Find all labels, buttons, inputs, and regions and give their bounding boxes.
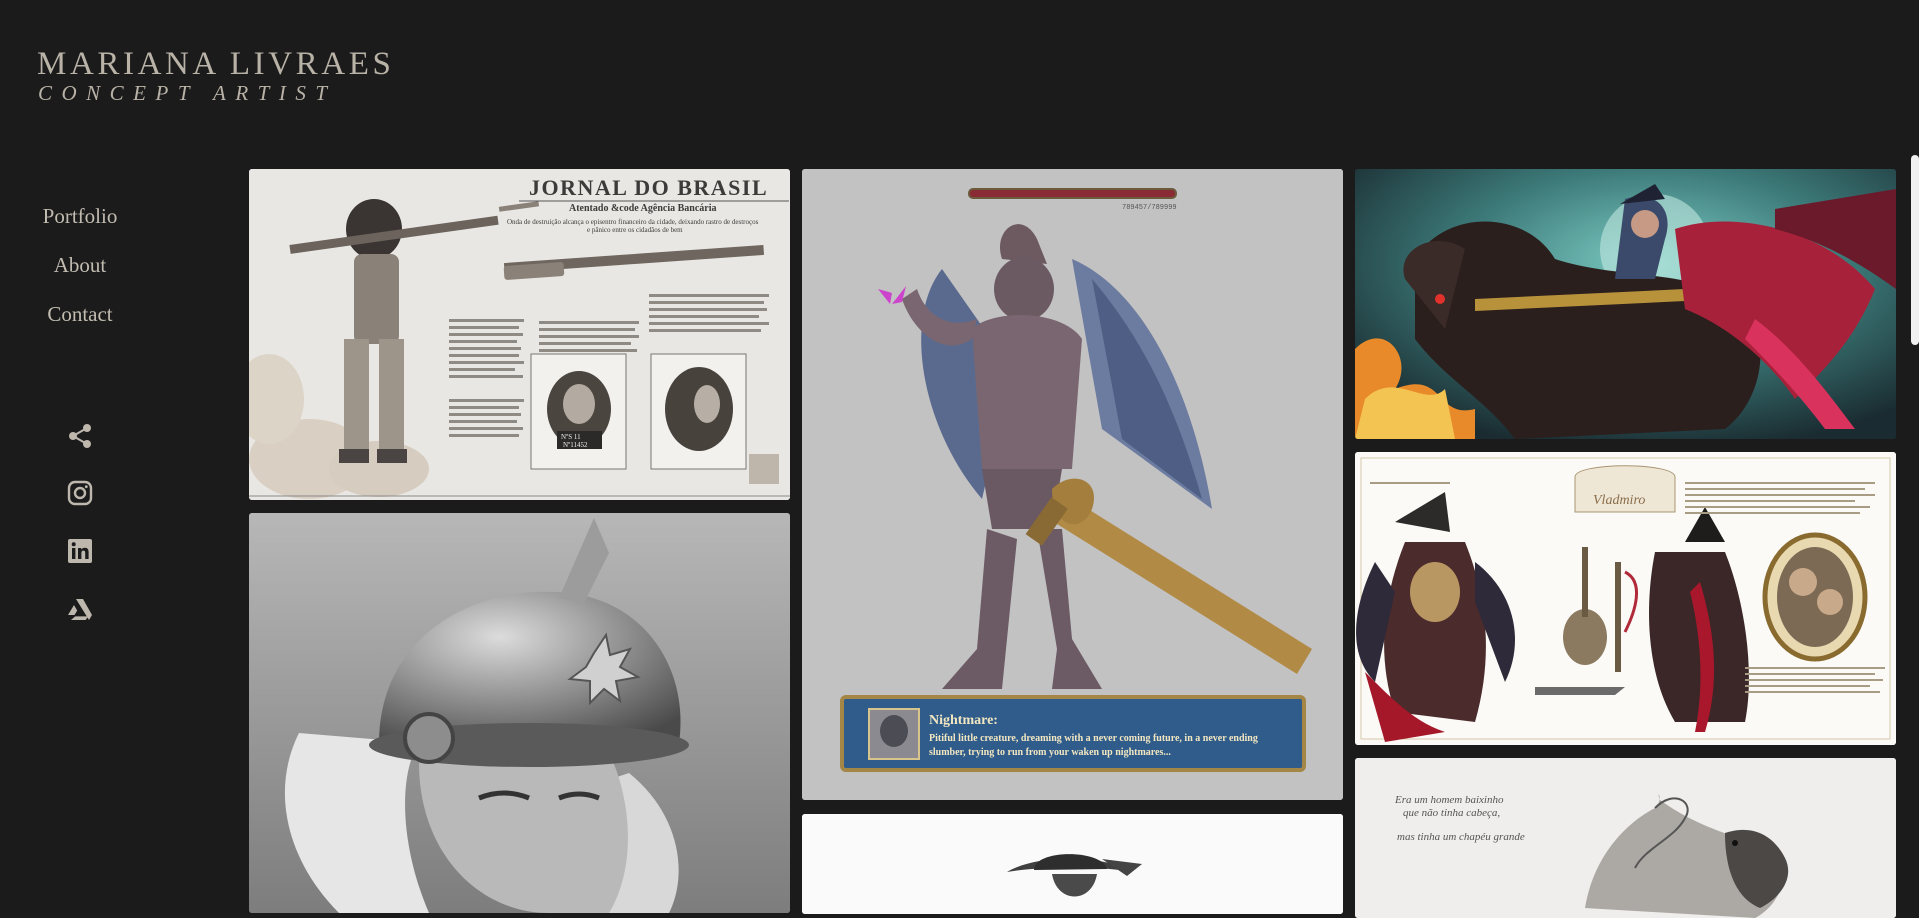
svg-text:Onda de destruição alcança o e: Onda de destruição alcança o episentro f… (507, 218, 759, 226)
dialog-speaker: Nightmare: (929, 713, 998, 728)
character-sheet-artwork: Vladmiro (1355, 452, 1896, 745)
dialog-line-1: Pitiful little creature, dreaming with a… (929, 733, 1258, 744)
artist-tagline: CONCEPT ARTIST (38, 81, 337, 105)
main-nav: Portfolio About Contact (0, 198, 160, 345)
gallery-item-character-sheet[interactable]: Vladmiro (1355, 452, 1896, 745)
journal-headline: Atentado &code Agência Bancária (569, 203, 717, 214)
artstation-icon[interactable] (60, 596, 100, 654)
boss-hp-value: 789457/789999 (1122, 204, 1177, 212)
gallery-item-horseman[interactable] (1355, 169, 1896, 439)
instagram-icon[interactable] (60, 480, 100, 538)
svg-text:e pânico entre os cidadãos de: e pânico entre os cidadãos de bem (587, 226, 683, 234)
site-logo[interactable]: MARIANA LIVRAES CONCEPT ARTIST (37, 46, 394, 104)
character-sheet-title: Vladmiro (1593, 493, 1645, 508)
linkedin-icon[interactable] (60, 538, 100, 596)
nav-portfolio[interactable]: Portfolio (0, 198, 160, 247)
gallery-item-knight[interactable]: 789457/789999 Nightmare: Pitiful little … (802, 169, 1343, 800)
hat-artwork (802, 814, 1343, 914)
share-icon[interactable] (60, 422, 100, 480)
gallery-item-hat[interactable] (802, 814, 1343, 914)
sketch-caption-2: que não tinha cabeça, (1403, 807, 1500, 819)
nav-about[interactable]: About (0, 247, 160, 296)
sketch-caption-3: mas tinha um chapéu grande (1397, 831, 1525, 843)
knight-artwork: 789457/789999 Nightmare: Pitiful little … (802, 169, 1343, 800)
horseman-artwork (1355, 169, 1896, 439)
gallery-item-sketch[interactable]: Era um homem baixinho que não tinha cabe… (1355, 758, 1896, 918)
sketch-artwork: Era um homem baixinho que não tinha cabe… (1355, 758, 1896, 918)
artist-name: MARIANA LIVRAES (37, 46, 395, 82)
mugshot-plate: NºS 11 (561, 433, 581, 441)
dialog-line-2: slumber, trying to run from your waken u… (929, 747, 1171, 758)
social-links (60, 422, 100, 654)
journal-masthead: JORNAL DO BRASIL (529, 175, 768, 200)
sketch-caption-1: Era um homem baixinho (1394, 794, 1504, 806)
gallery-item-journal[interactable]: JORNAL DO BRASIL Atentado &code Agência … (249, 169, 790, 500)
page-scrollbar[interactable] (1911, 155, 1919, 345)
mugshot-number: Nº11452 (563, 441, 588, 449)
nav-contact[interactable]: Contact (0, 296, 160, 345)
soldier-artwork (249, 513, 790, 913)
gallery-item-soldier[interactable] (249, 513, 790, 913)
journal-artwork: JORNAL DO BRASIL Atentado &code Agência … (249, 169, 790, 500)
